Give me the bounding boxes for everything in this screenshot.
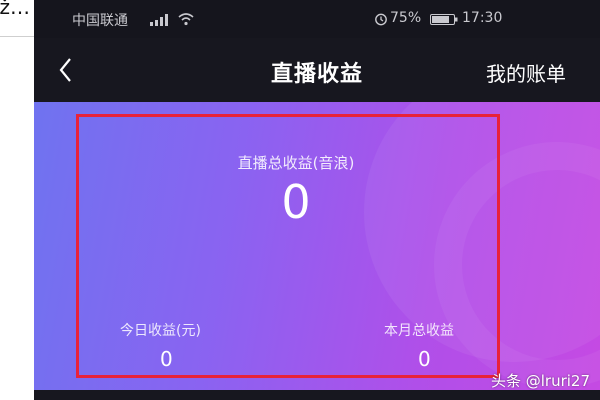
today-earnings-value: 0 (160, 347, 173, 371)
signal-icon (150, 14, 168, 26)
phone-screen: 中国联通 75% 17:30 直播收益 我的账单 直播总收益(音浪) 0 今日收… (34, 0, 600, 400)
alarm-icon (375, 13, 387, 26)
total-earnings-value: 0 (281, 175, 311, 229)
my-bill-link[interactable]: 我的账单 (486, 58, 566, 87)
left-margin: ìž… (0, 0, 35, 400)
carrier-label: 中国联通 (72, 13, 128, 29)
wifi-icon (178, 13, 194, 26)
earnings-panel: 直播总收益(音浪) 0 今日收益(元) 0 本月总收益 0 (34, 102, 600, 390)
status-bar: 中国联通 75% 17:30 (34, 0, 600, 38)
battery-percent: 75% (390, 10, 422, 26)
nav-bar: 直播收益 我的账单 (34, 38, 600, 102)
month-earnings-value: 0 (418, 347, 431, 371)
cut-label-box: ìž… (0, 0, 35, 37)
today-earnings-label: 今日收益(元) (120, 323, 201, 339)
cut-label: ìž… (0, 0, 31, 19)
total-earnings-label: 直播总收益(音浪) (237, 154, 355, 172)
month-earnings-label: 本月总收益 (384, 323, 454, 339)
clock: 17:30 (462, 10, 503, 26)
battery-icon (430, 14, 458, 25)
bottom-strip (34, 390, 600, 400)
watermark: 头条 @lruri27 (490, 372, 590, 390)
